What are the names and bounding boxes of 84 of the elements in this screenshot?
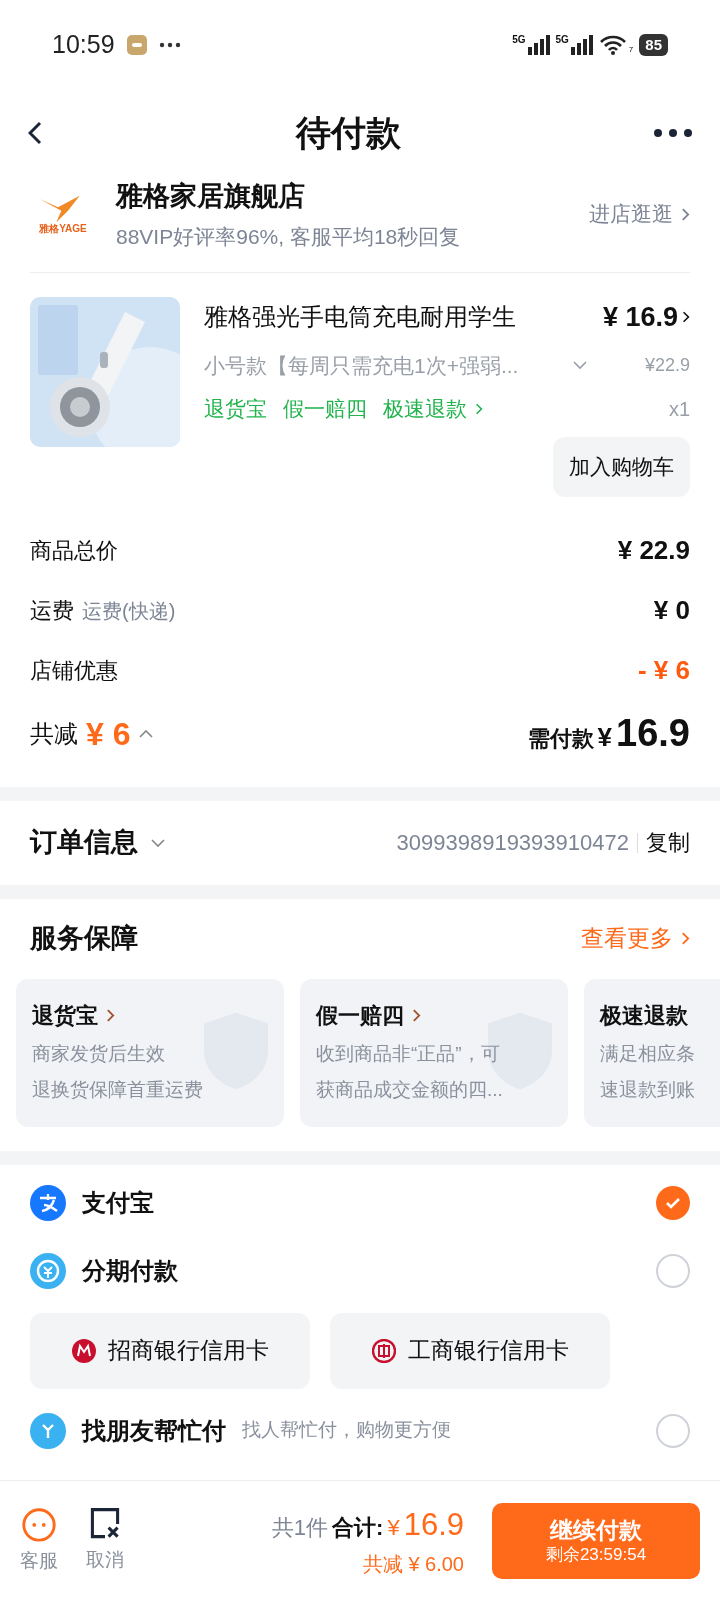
service-title: 极速退款 (600, 1001, 688, 1030)
visit-store-link[interactable]: 进店逛逛 (589, 198, 690, 230)
quantity: x1 (668, 396, 690, 422)
total-label: 合计: (332, 1514, 384, 1543)
summary-label: 运费 (30, 597, 74, 625)
bank-card-option[interactable]: 工商银行信用卡 (330, 1312, 610, 1389)
add-to-cart-button[interactable]: 加入购物车 (553, 436, 690, 497)
signal-icon (527, 35, 550, 55)
store-rating: 88VIP好评率96%, 客服平均18秒回复 (116, 223, 462, 250)
service-description: 满足相应条 (600, 1041, 696, 1066)
chevron-right-icon (682, 310, 690, 325)
signal-icon (570, 35, 593, 55)
installment-icon (30, 1252, 66, 1289)
summary-value: - ¥ 6 (637, 654, 690, 687)
chevron-right-icon (412, 1007, 421, 1023)
summary-note: 运费(快递) (82, 598, 176, 624)
payment-method[interactable]: 找朋友帮忙付 (82, 1412, 226, 1449)
checkmark-icon (665, 1196, 681, 1209)
app-notification-icon (126, 35, 147, 55)
bank-logo-icon (371, 1338, 396, 1363)
amount-due: 16.9 (616, 711, 690, 756)
chevron-right-icon (681, 931, 690, 946)
chevron-down-icon (150, 837, 166, 848)
product-variant: 小号款【每周只需充电1次+强弱... (204, 352, 519, 379)
summary-value: ¥ 0 (653, 594, 690, 627)
total-currency: ¥ (387, 1514, 400, 1543)
copy-button[interactable]: 复制 (646, 826, 690, 859)
total-savings: 共减 ¥ 6.00 (362, 1551, 464, 1577)
service-description: 商家发货后生效 (32, 1041, 166, 1066)
service-title: 退货宝 (32, 1001, 98, 1030)
currency-symbol: ¥ (597, 721, 613, 754)
more-notifications-icon (158, 42, 181, 48)
total-amount: 16.9 (403, 1506, 464, 1545)
page-title: 待付款 (295, 111, 401, 154)
order-number: 3099398919393910472 (396, 829, 629, 857)
battery-indicator: 85 (639, 34, 668, 56)
network-type: 5G (512, 35, 526, 45)
service-card[interactable]: 退货宝 商家发货后生效 退换货保障首重运费 (16, 978, 284, 1127)
service-description: 收到商品非“正品”，可 (316, 1041, 501, 1066)
radio-button[interactable] (656, 1253, 690, 1288)
logo-text: 雅格YAGE (39, 224, 87, 234)
service-title: 假一赔四 (316, 1001, 404, 1030)
wifi-icon (598, 34, 627, 56)
product-title: 雅格强光手电筒充电耐用学生 (204, 302, 516, 333)
radio-button[interactable] (656, 1413, 690, 1448)
back-icon[interactable] (28, 121, 42, 145)
friend-pay-icon (30, 1412, 66, 1449)
chevron-right-icon (106, 1007, 115, 1023)
summary-value: ¥ 22.9 (617, 534, 690, 567)
chevron-right-icon (681, 206, 690, 222)
store-name: 雅格家居旗舰店 (116, 180, 306, 213)
service-card[interactable]: 极速退款 满足相应条 速退款到账 (584, 978, 720, 1127)
summary-label: 店铺优惠 (30, 657, 118, 685)
chevron-right-icon (475, 401, 483, 416)
item-count: 共1件 (271, 1514, 329, 1543)
payment-method[interactable]: 支付宝 (82, 1184, 154, 1221)
original-price: ¥22.9 (644, 353, 690, 377)
radio-button[interactable] (656, 1185, 690, 1220)
payment-note: 找人帮忙付，购物更方便 (242, 1418, 451, 1443)
bank-card-option[interactable]: 招商银行信用卡 (30, 1312, 310, 1389)
wifi-label: 7 (628, 44, 634, 56)
clock: 10:59 (52, 29, 115, 61)
service-description: 退换货保障首重运费 (32, 1078, 204, 1102)
summary-label: 商品总价 (30, 537, 118, 565)
payment-method[interactable]: 分期付款 (82, 1252, 178, 1289)
order-info-toggle[interactable]: 订单信息 (30, 822, 166, 863)
discount-total: ¥ 6 (86, 714, 131, 754)
amount-due-label: 需付款 (527, 725, 594, 753)
discount-total-label: 共减 (30, 718, 78, 749)
service-description: 速退款到账 (600, 1078, 696, 1102)
service-tag: 极速退款 (383, 393, 467, 425)
section-title: 服务保障 (30, 922, 138, 956)
bank-logo-icon (71, 1338, 96, 1363)
product-price: ¥ 16.9 (602, 301, 678, 334)
alipay-icon (30, 1184, 66, 1221)
chat-face-icon (20, 1505, 58, 1544)
chevron-up-icon[interactable] (138, 728, 155, 739)
service-tag: 假一赔四 (283, 393, 367, 425)
more-icon[interactable] (654, 129, 692, 137)
chevron-down-icon (571, 360, 588, 371)
service-tag: 退货宝 (204, 393, 267, 425)
service-card[interactable]: 假一赔四 收到商品非“正品”，可 获商品成交金额的四... (300, 978, 568, 1127)
network-type: 5G (555, 35, 569, 45)
service-description: 获商品成交金额的四... (316, 1078, 504, 1102)
